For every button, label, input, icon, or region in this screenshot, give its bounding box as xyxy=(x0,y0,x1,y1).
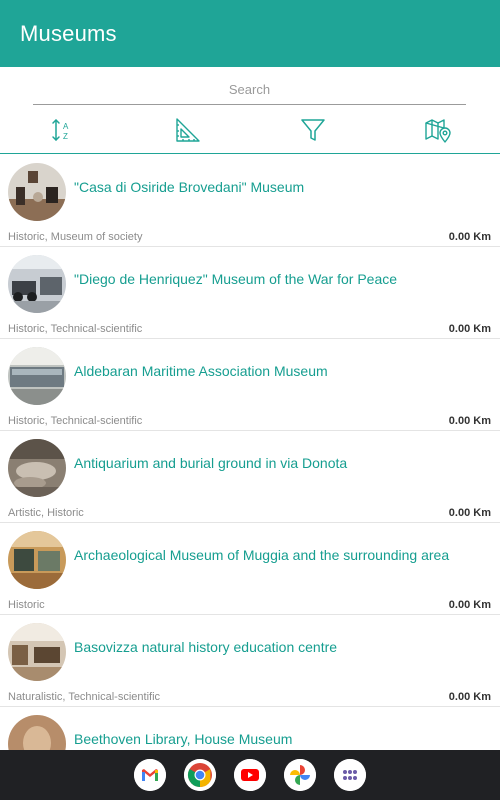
museum-name: Beethoven Library, House Museum xyxy=(74,731,293,747)
museum-category: Historic, Museum of society xyxy=(8,231,143,243)
list-item[interactable]: Archaeological Museum of Muggia and the … xyxy=(0,523,500,615)
museum-thumbnail xyxy=(8,347,66,405)
youtube-icon[interactable] xyxy=(234,759,266,791)
museum-thumbnail xyxy=(8,715,66,750)
ruler-distance-icon[interactable] xyxy=(174,116,202,144)
museum-category: Historic xyxy=(8,599,45,611)
page-title: Museums xyxy=(20,21,117,46)
photos-icon[interactable] xyxy=(284,759,316,791)
museum-name: "Diego de Henriquez" Museum of the War f… xyxy=(74,271,398,287)
museum-name: "Casa di Osiride Brovedani" Museum xyxy=(74,179,305,195)
museum-thumbnail xyxy=(8,439,66,497)
museum-name: Basovizza natural history education cent… xyxy=(74,639,338,655)
museum-thumbnail xyxy=(8,255,66,313)
museum-distance: 0.00 Km xyxy=(448,323,491,335)
museum-distance: 0.00 Km xyxy=(448,507,491,519)
museum-distance: 0.00 Km xyxy=(448,599,491,611)
filter-icon[interactable] xyxy=(299,116,327,144)
toolbar: A Z xyxy=(0,108,500,154)
search-input[interactable] xyxy=(33,74,466,104)
museum-name: Archaeological Museum of Muggia and the … xyxy=(74,547,450,563)
museum-name: Aldebaran Maritime Association Museum xyxy=(74,363,328,379)
list-item[interactable]: Beethoven Library, House Museum xyxy=(0,707,500,750)
list-item[interactable]: Basovizza natural history education cent… xyxy=(0,615,500,707)
museum-category: Artistic, Historic xyxy=(8,507,84,519)
museum-category: Historic, Technical-scientific xyxy=(8,323,143,335)
museum-distance: 0.00 Km xyxy=(448,415,491,427)
museum-thumbnail xyxy=(8,531,66,589)
list-item[interactable]: "Diego de Henriquez" Museum of the War f… xyxy=(0,247,500,339)
app-drawer-icon[interactable] xyxy=(334,759,366,791)
svg-text:A: A xyxy=(63,122,69,131)
museum-distance: 0.00 Km xyxy=(448,231,491,243)
museum-thumbnail xyxy=(8,163,66,221)
list-item[interactable]: Antiquarium and burial ground in via Don… xyxy=(0,431,500,523)
museum-category: Historic, Technical-scientific xyxy=(8,415,143,427)
museum-category: Naturalistic, Technical-scientific xyxy=(8,691,161,703)
app-bar: Museums xyxy=(0,0,500,67)
museum-thumbnail xyxy=(8,623,66,681)
museum-list: "Casa di Osiride Brovedani" Museum Histo… xyxy=(0,155,500,750)
museum-name: Antiquarium and burial ground in via Don… xyxy=(74,455,348,471)
gmail-icon[interactable] xyxy=(134,759,166,791)
list-item[interactable]: "Casa di Osiride Brovedani" Museum Histo… xyxy=(0,155,500,247)
system-dock xyxy=(0,750,500,800)
list-item[interactable]: Aldebaran Maritime Association Museum Hi… xyxy=(0,339,500,431)
svg-text:Z: Z xyxy=(63,132,68,141)
museum-distance: 0.00 Km xyxy=(448,691,491,703)
search-bar xyxy=(33,74,466,105)
sort-az-icon[interactable]: A Z xyxy=(48,116,76,144)
chrome-icon[interactable] xyxy=(184,759,216,791)
map-pin-icon[interactable] xyxy=(424,116,452,144)
